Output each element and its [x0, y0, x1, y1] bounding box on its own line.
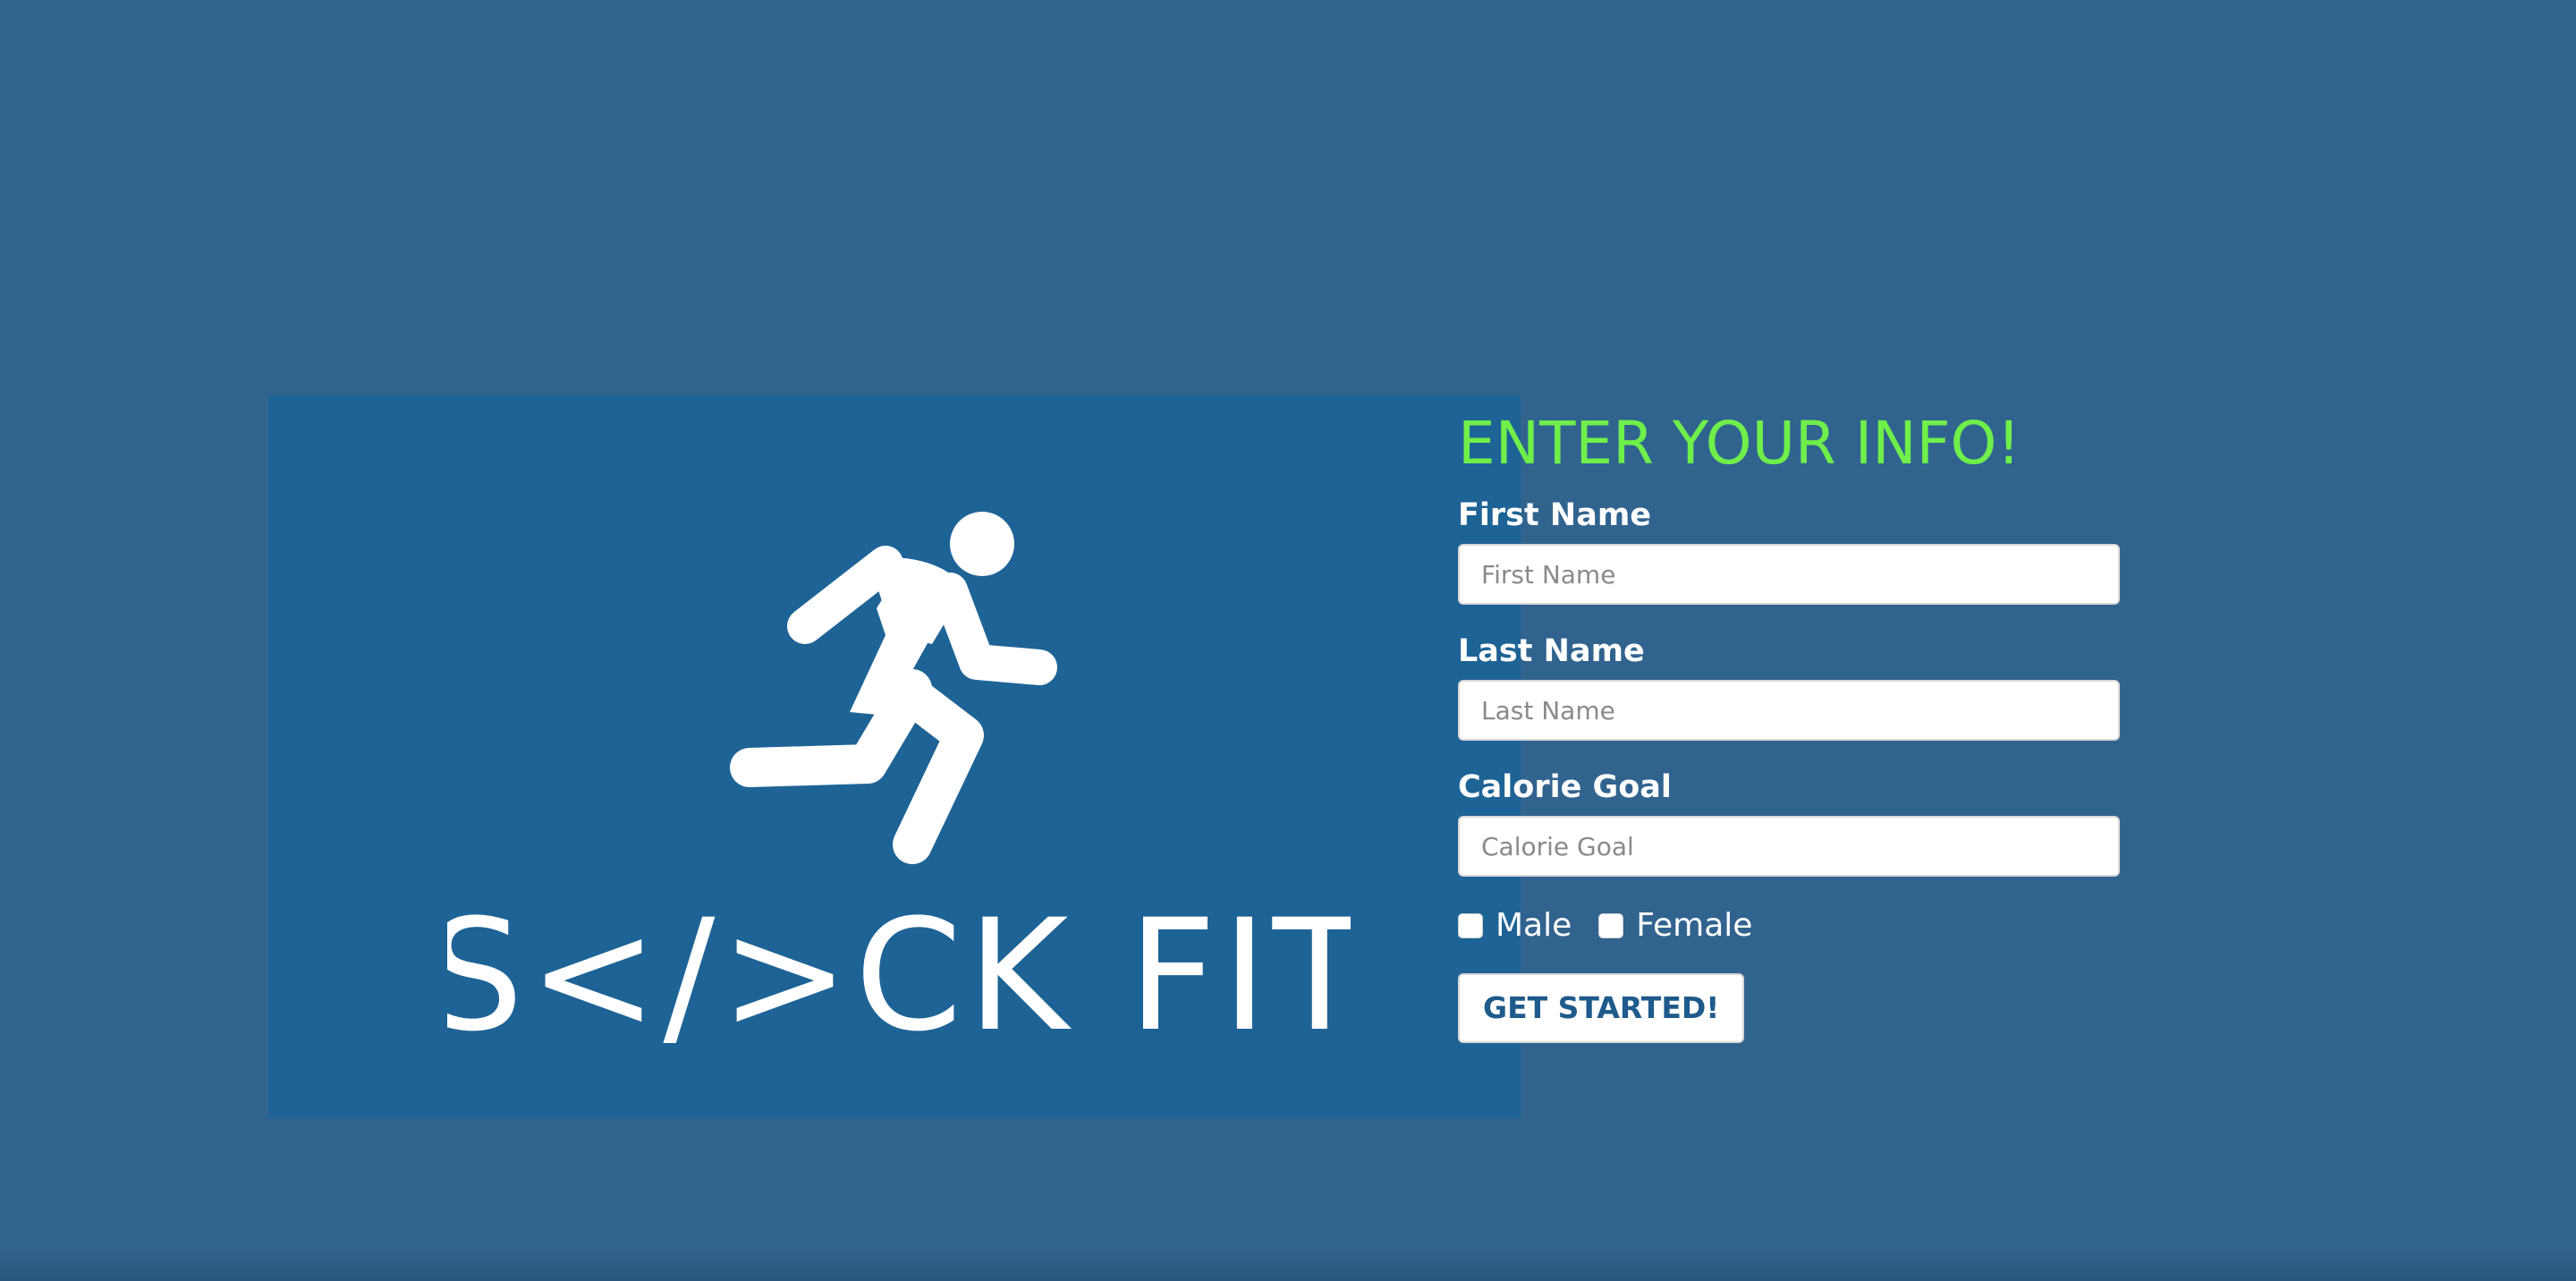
bottom-shadow: [0, 1245, 2576, 1281]
gender-options: Male Female: [1458, 903, 2138, 948]
logo-wordmark: S</>CK FIT: [447, 903, 1351, 1056]
info-form: ENTER YOUR INFO! First Name Last Name Ca…: [1458, 408, 2138, 1043]
running-person-icon: [730, 512, 1057, 864]
calorie-goal-label: Calorie Goal: [1458, 769, 1672, 805]
gender-option-female[interactable]: Female: [1598, 906, 1752, 946]
female-label: Female: [1636, 907, 1753, 944]
first-name-input[interactable]: [1458, 544, 2120, 605]
male-checkbox[interactable]: [1458, 913, 1483, 938]
logo-wordmark-text: S</>CK FIT: [447, 903, 1351, 1056]
last-name-label: Last Name: [1458, 633, 1645, 669]
get-started-button[interactable]: GET STARTED!: [1458, 973, 1745, 1043]
male-label: Male: [1496, 907, 1572, 944]
last-name-input[interactable]: [1458, 680, 2120, 741]
first-name-label: First Name: [1458, 497, 1652, 533]
calorie-goal-input[interactable]: [1458, 816, 2120, 877]
female-checkbox[interactable]: [1598, 913, 1624, 938]
form-title: ENTER YOUR INFO!: [1458, 409, 2021, 478]
gender-option-male[interactable]: Male: [1458, 906, 1572, 946]
